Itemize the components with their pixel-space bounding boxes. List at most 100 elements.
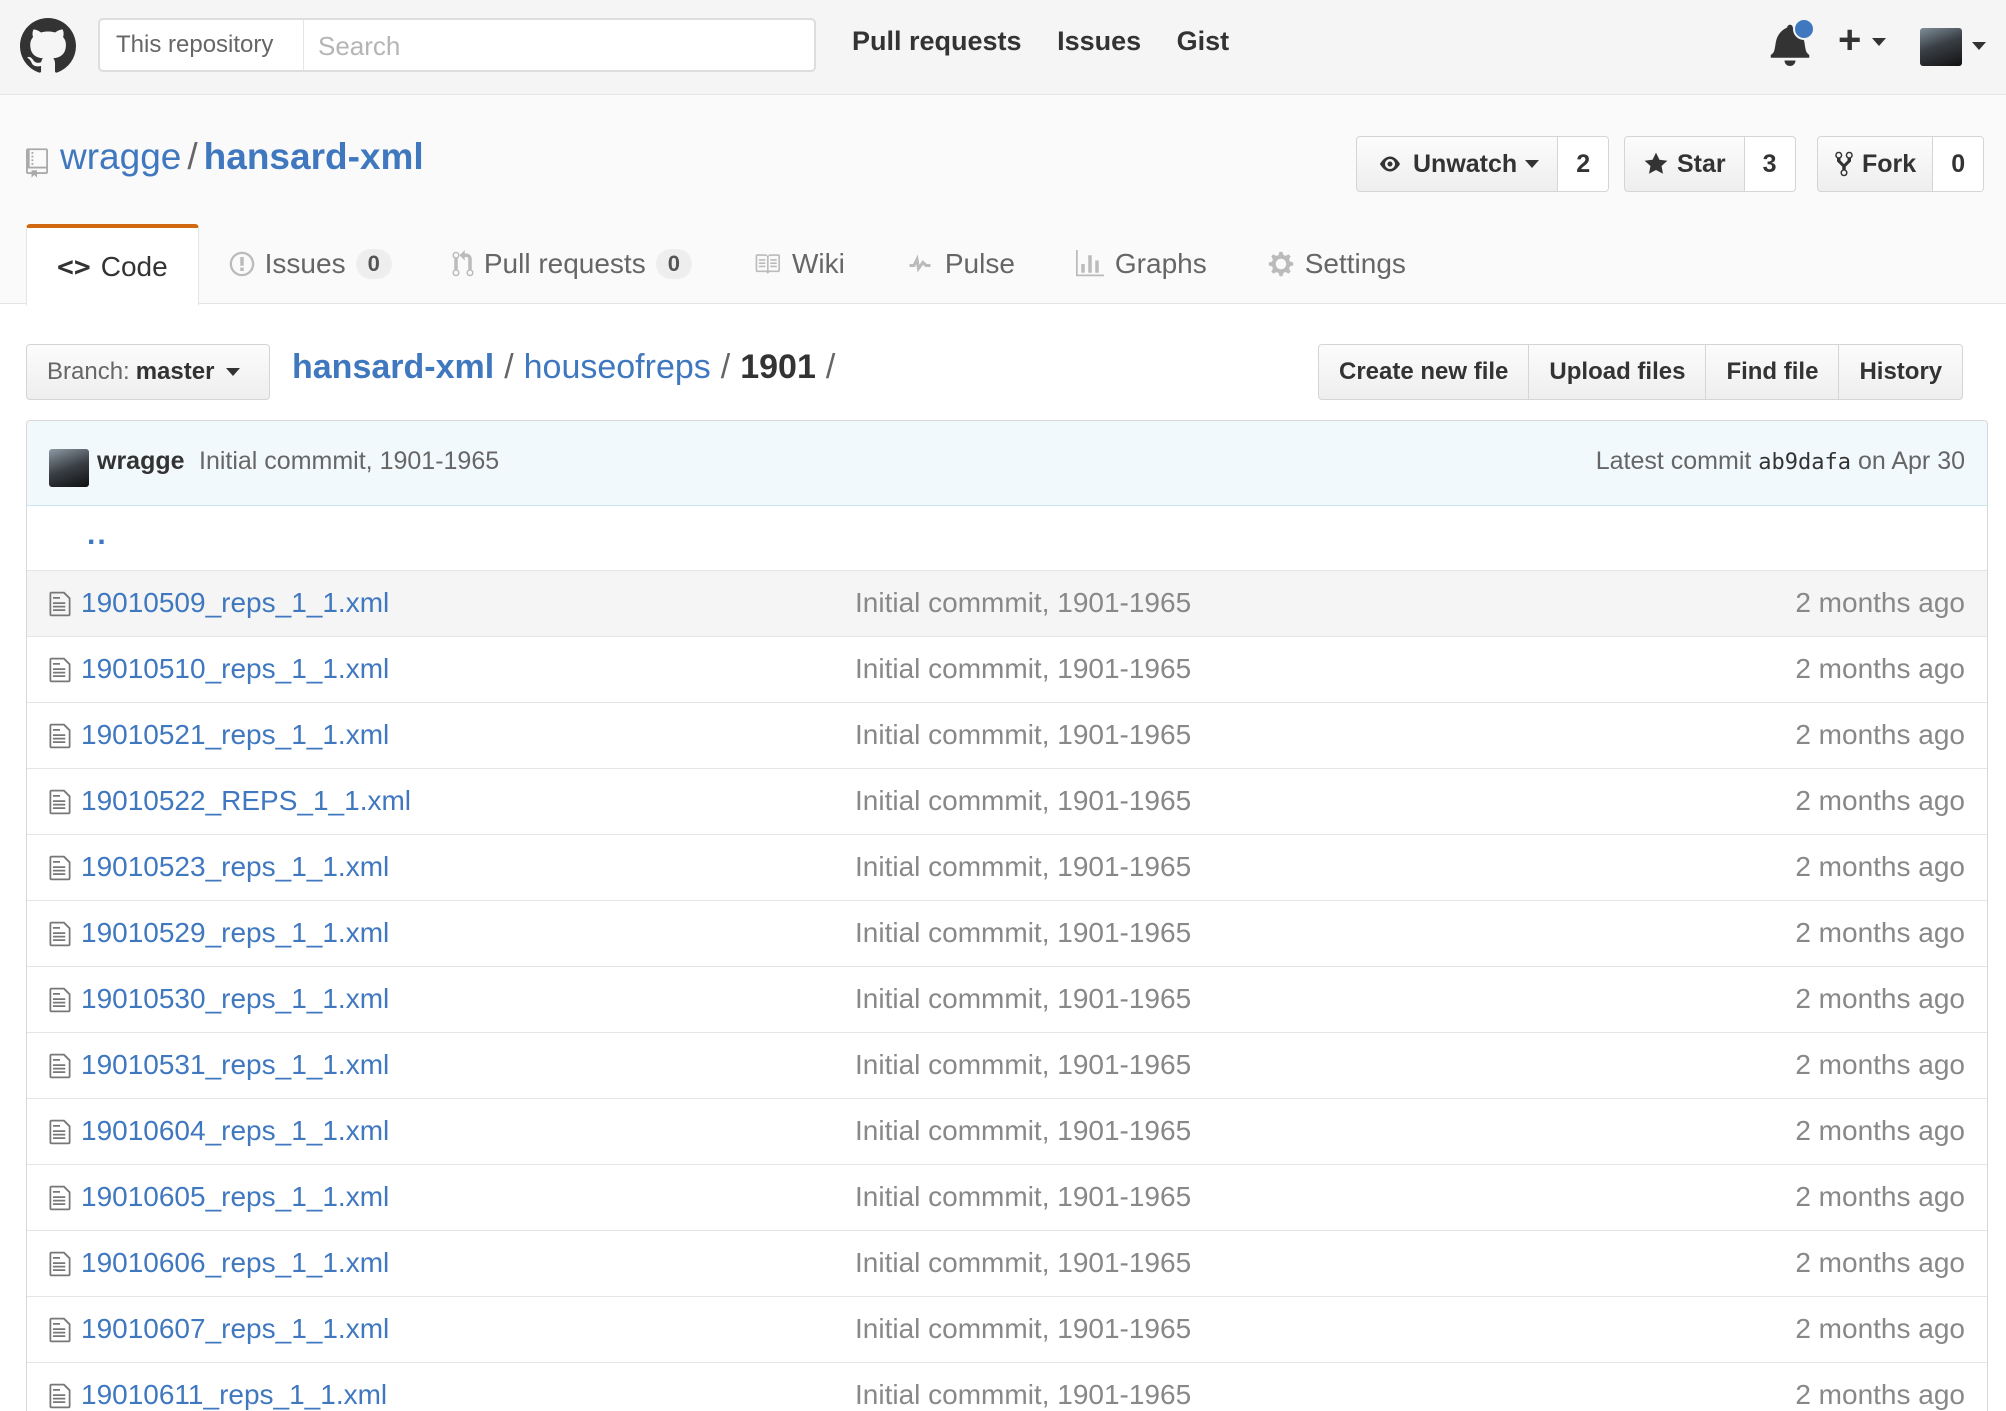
breadcrumb-dir-link[interactable]: houseofreps	[524, 348, 711, 386]
parent-directory-link[interactable]: ..	[87, 518, 108, 552]
star-button[interactable]: Star	[1624, 136, 1745, 192]
nav-pull-requests[interactable]: Pull requests	[852, 26, 1022, 56]
search-box: This repository	[98, 18, 820, 72]
gear-icon	[1268, 251, 1293, 277]
file-name-link[interactable]: 19010604_reps_1_1.xml	[81, 1115, 389, 1147]
file-name-link[interactable]: 19010530_reps_1_1.xml	[81, 983, 389, 1015]
nav-issues[interactable]: Issues	[1057, 26, 1141, 56]
file-commit-message-link[interactable]: Initial commmit, 1901-1965	[855, 917, 1191, 949]
book-icon	[755, 254, 780, 274]
create-new-file-button[interactable]: Create new file	[1318, 344, 1530, 400]
unread-indicator	[1793, 18, 1815, 40]
file-row: 19010531_reps_1_1.xml Initial commmit, 19…	[27, 1033, 1987, 1099]
file-commit-message-link[interactable]: Initial commmit, 1901-1965	[855, 1115, 1191, 1147]
file-commit-message-link[interactable]: Initial commmit, 1901-1965	[855, 785, 1191, 817]
commit-sha-link[interactable]: ab9dafa	[1758, 450, 1851, 475]
file-name-link[interactable]: 19010606_reps_1_1.xml	[81, 1247, 389, 1279]
breadcrumb-separator: /	[720, 348, 731, 386]
repo-icon	[26, 148, 48, 178]
file-listing: wragge Initial commmit, 1901-1965 Latest…	[26, 420, 1988, 1411]
repo-name-link[interactable]: hansard-xml	[204, 136, 424, 177]
repo-owner-link[interactable]: wragge	[60, 136, 181, 177]
file-age: 2 months ago	[1795, 851, 1965, 882]
commit-message-link[interactable]: Initial commmit, 1901-1965	[199, 447, 499, 476]
file-name-link[interactable]: 19010522_REPS_1_1.xml	[81, 785, 411, 817]
pull-requests-counter: 0	[655, 249, 692, 279]
chevron-down-icon[interactable]	[1972, 42, 1986, 50]
find-file-button[interactable]: Find file	[1706, 344, 1840, 400]
stargazers-count[interactable]: 3	[1744, 136, 1796, 192]
nav-gist[interactable]: Gist	[1177, 26, 1230, 56]
tab-wiki[interactable]: Wiki	[722, 224, 875, 304]
file-commit-message-link[interactable]: Initial commmit, 1901-1965	[855, 1379, 1191, 1411]
file-row: 19010604_reps_1_1.xml Initial commmit, 19…	[27, 1099, 1987, 1165]
tab-pulse[interactable]: Pulse	[875, 224, 1045, 304]
file-row: 19010607_reps_1_1.xml Initial commmit, 19…	[27, 1297, 1987, 1363]
commit-author-link[interactable]: wragge	[97, 447, 185, 476]
file-name-link[interactable]: 19010529_reps_1_1.xml	[81, 917, 389, 949]
pulse-icon	[909, 254, 931, 273]
tab-pulse-label: Pulse	[944, 248, 1015, 279]
file-name-link[interactable]: 19010611_reps_1_1.xml	[81, 1379, 387, 1411]
file-name-link[interactable]: 19010605_reps_1_1.xml	[81, 1181, 389, 1213]
file-navigation: Create new file Upload files Find file H…	[1318, 344, 1964, 400]
commit-author-avatar[interactable]	[49, 449, 89, 487]
fork-button[interactable]: Fork	[1817, 136, 1934, 192]
repo-title: wragge / hansard-xml	[60, 136, 424, 178]
file-name-link[interactable]: 19010509_reps_1_1.xml	[81, 587, 389, 619]
file-commit-message-link[interactable]: Initial commmit, 1901-1965	[855, 1247, 1191, 1279]
fork-label: Fork	[1862, 149, 1917, 178]
branch-select-button[interactable]: Branch: master	[26, 344, 270, 400]
file-name-link[interactable]: 19010607_reps_1_1.xml	[81, 1313, 389, 1345]
file-icon	[49, 920, 71, 948]
tab-graphs[interactable]: Graphs	[1045, 224, 1237, 304]
file-icon	[49, 1052, 71, 1080]
file-row: 19010521_reps_1_1.xml Initial commmit, 19…	[27, 703, 1987, 769]
upload-files-button[interactable]: Upload files	[1529, 344, 1707, 400]
create-new-dropdown[interactable]: +	[1838, 18, 1887, 63]
file-commit-message-link[interactable]: Initial commmit, 1901-1965	[855, 1181, 1191, 1213]
tab-code[interactable]: <> Code	[26, 224, 199, 306]
file-name-link[interactable]: 19010531_reps_1_1.xml	[81, 1049, 389, 1081]
chevron-down-icon	[1872, 38, 1887, 47]
history-button[interactable]: History	[1839, 344, 1964, 400]
tab-wiki-label: Wiki	[791, 248, 845, 279]
code-icon: <>	[57, 250, 91, 283]
site-header: This repository Pull requests Issues Gis…	[0, 0, 2006, 95]
issue-opened-icon	[229, 251, 254, 277]
search-input[interactable]	[306, 20, 820, 72]
file-name-link[interactable]: 19010521_reps_1_1.xml	[81, 719, 389, 751]
file-commit-message-link[interactable]: Initial commmit, 1901-1965	[855, 1313, 1191, 1345]
file-age: 2 months ago	[1795, 1313, 1965, 1344]
file-row: 19010522_REPS_1_1.xml Initial commmit, 19…	[27, 769, 1987, 835]
github-logo-icon[interactable]	[20, 18, 76, 74]
tab-pull-requests-label: Pull requests	[483, 248, 646, 279]
file-row: 19010529_reps_1_1.xml Initial commmit, 19…	[27, 901, 1987, 967]
tab-pull-requests[interactable]: Pull requests 0	[422, 224, 722, 304]
file-row: 19010530_reps_1_1.xml Initial commmit, 19…	[27, 967, 1987, 1033]
file-commit-message-link[interactable]: Initial commmit, 1901-1965	[855, 1049, 1191, 1081]
file-name-link[interactable]: 19010523_reps_1_1.xml	[81, 851, 389, 883]
search-scope-label[interactable]: This repository	[100, 20, 304, 70]
file-age: 2 months ago	[1795, 1115, 1965, 1146]
file-commit-message-link[interactable]: Initial commmit, 1901-1965	[855, 587, 1191, 619]
unwatch-button[interactable]: Unwatch	[1356, 136, 1559, 192]
tab-settings[interactable]: Settings	[1237, 224, 1436, 304]
top-nav: Pull requests Issues Gist	[852, 26, 1257, 57]
tab-issues[interactable]: Issues 0	[199, 224, 422, 304]
file-name-link[interactable]: 19010510_reps_1_1.xml	[81, 653, 389, 685]
file-row: 19010611_reps_1_1.xml Initial commmit, 19…	[27, 1363, 1987, 1411]
star-label: Star	[1677, 149, 1726, 178]
star-icon	[1644, 152, 1668, 174]
branch-name: master	[135, 358, 215, 385]
file-icon	[49, 1382, 71, 1410]
user-avatar[interactable]	[1920, 28, 1962, 66]
issues-counter: 0	[355, 249, 392, 279]
file-commit-message-link[interactable]: Initial commmit, 1901-1965	[855, 983, 1191, 1015]
forks-count[interactable]: 0	[1933, 136, 1985, 192]
watchers-count[interactable]: 2	[1558, 136, 1610, 192]
breadcrumb-repo-link[interactable]: hansard-xml	[292, 348, 494, 386]
file-commit-message-link[interactable]: Initial commmit, 1901-1965	[855, 719, 1191, 751]
file-commit-message-link[interactable]: Initial commmit, 1901-1965	[855, 653, 1191, 685]
file-commit-message-link[interactable]: Initial commmit, 1901-1965	[855, 851, 1191, 883]
